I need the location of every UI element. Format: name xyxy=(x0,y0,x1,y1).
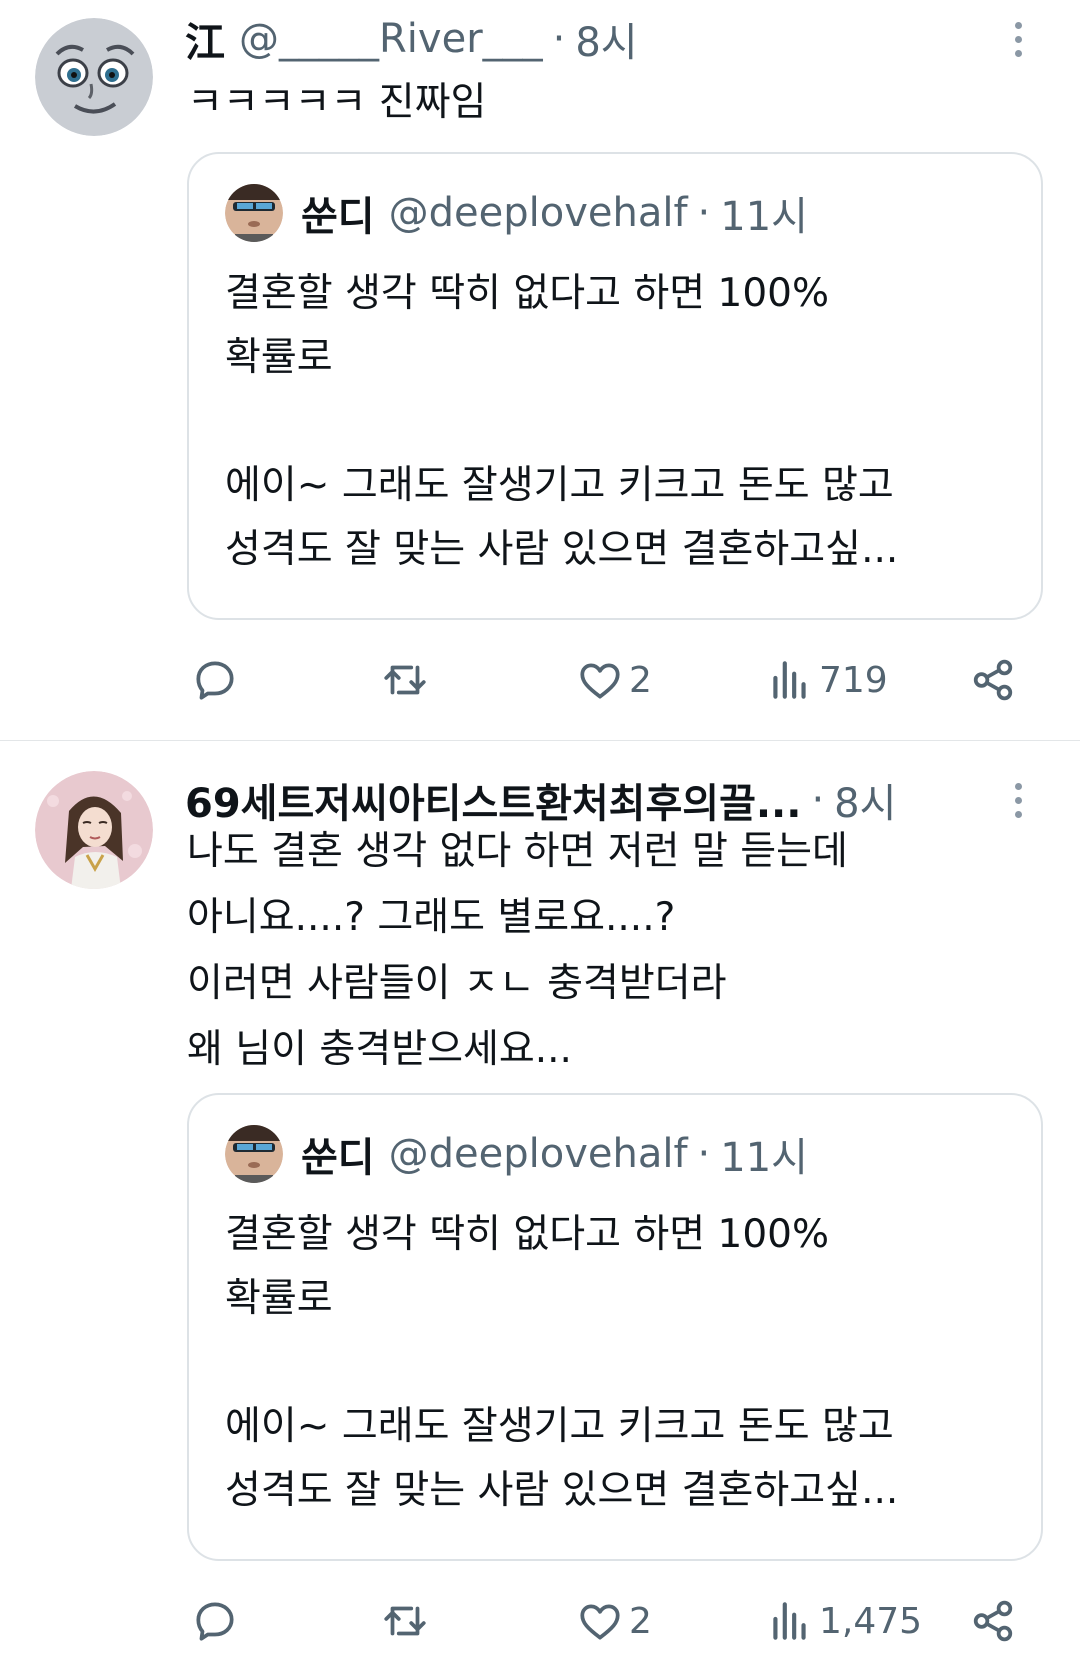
views-button[interactable]: 719 xyxy=(765,650,888,710)
tweet[interactable]: 69세트저씨아티스트환처최후의끌... · 8시 나도 결혼 생각 없다 하면 … xyxy=(0,741,1080,1673)
tweet-time[interactable]: 8시 xyxy=(575,10,637,68)
author-name[interactable]: 쑨디 xyxy=(301,1125,375,1183)
quote-text: 결혼할 생각 딱히 없다고 하면 100% 확률로 에이~ 그래도 잘생기고 키… xyxy=(225,271,899,572)
views-count: 1,475 xyxy=(819,1600,923,1642)
avatar[interactable] xyxy=(35,18,153,136)
separator-dot: · xyxy=(552,16,566,62)
views-button[interactable]: 1,475 xyxy=(765,1591,922,1651)
retweet-icon xyxy=(384,1606,426,1636)
quoted-tweet[interactable]: 쑨디 @deeplovehalf · 11시 결혼할 생각 딱히 없다고 하면 … xyxy=(187,152,1043,620)
views-icon xyxy=(773,1602,806,1640)
quote-text: 결혼할 생각 딱히 없다고 하면 100% 확률로 에이~ 그래도 잘생기고 키… xyxy=(225,1212,899,1513)
action-bar: 2 719 xyxy=(190,650,1018,710)
quoted-tweet[interactable]: 쑨디 @deeplovehalf · 11시 결혼할 생각 딱히 없다고 하면 … xyxy=(187,1093,1043,1561)
share-icon xyxy=(973,1600,1013,1642)
retweet-button[interactable] xyxy=(380,650,430,710)
avatar[interactable] xyxy=(225,184,283,242)
reply-button[interactable] xyxy=(190,650,240,710)
more-vertical-icon[interactable] xyxy=(1006,775,1030,825)
author-handle[interactable]: @deeplovehalf xyxy=(389,190,688,236)
tweet[interactable]: 江 @_____River___ · 8시 ㅋㅋㅋㅋㅋ 진짜임 쑨디 @deep… xyxy=(0,0,1080,741)
reply-icon xyxy=(196,1602,234,1641)
reply-icon xyxy=(196,661,234,700)
quote-time[interactable]: 11시 xyxy=(720,184,808,242)
more-vertical-icon[interactable] xyxy=(1006,14,1030,64)
quote-header: 쑨디 @deeplovehalf · 11시 xyxy=(301,184,808,242)
reply-button[interactable] xyxy=(190,1591,240,1651)
author-handle[interactable]: @deeplovehalf xyxy=(389,1131,688,1177)
like-count: 2 xyxy=(629,659,652,701)
share-button[interactable] xyxy=(968,1591,1018,1651)
tweet-text: 나도 결혼 생각 없다 하면 저런 말 듣는데 아니요....? 그래도 별로요… xyxy=(187,829,848,1072)
views-icon xyxy=(773,661,806,699)
like-button[interactable]: 2 xyxy=(575,650,652,710)
author-name[interactable]: 쑨디 xyxy=(301,184,375,242)
tweet-header: 69세트저씨아티스트환처최후의끌... · 8시 xyxy=(185,775,970,827)
share-icon xyxy=(973,659,1013,701)
tweet-text: ㅋㅋㅋㅋㅋ 진짜임 xyxy=(187,80,487,125)
share-button[interactable] xyxy=(968,650,1018,710)
heart-icon xyxy=(580,663,620,699)
like-button[interactable]: 2 xyxy=(575,1591,652,1651)
retweet-icon xyxy=(384,665,426,695)
avatar[interactable] xyxy=(225,1125,283,1183)
retweet-button[interactable] xyxy=(380,1591,430,1651)
tweet-header: 江 @_____River___ · 8시 xyxy=(185,14,970,66)
views-count: 719 xyxy=(819,659,888,701)
like-count: 2 xyxy=(629,1600,652,1642)
separator-dot: · xyxy=(697,1131,711,1177)
separator-dot: · xyxy=(811,777,825,823)
avatar[interactable] xyxy=(35,771,153,889)
author-handle[interactable]: @_____River___ xyxy=(239,16,543,62)
quote-header: 쑨디 @deeplovehalf · 11시 xyxy=(301,1125,808,1183)
separator-dot: · xyxy=(697,190,711,236)
quote-time[interactable]: 11시 xyxy=(720,1125,808,1183)
heart-icon xyxy=(580,1604,620,1640)
action-bar: 2 1,475 xyxy=(190,1591,1018,1651)
author-name[interactable]: 江 xyxy=(185,10,225,68)
